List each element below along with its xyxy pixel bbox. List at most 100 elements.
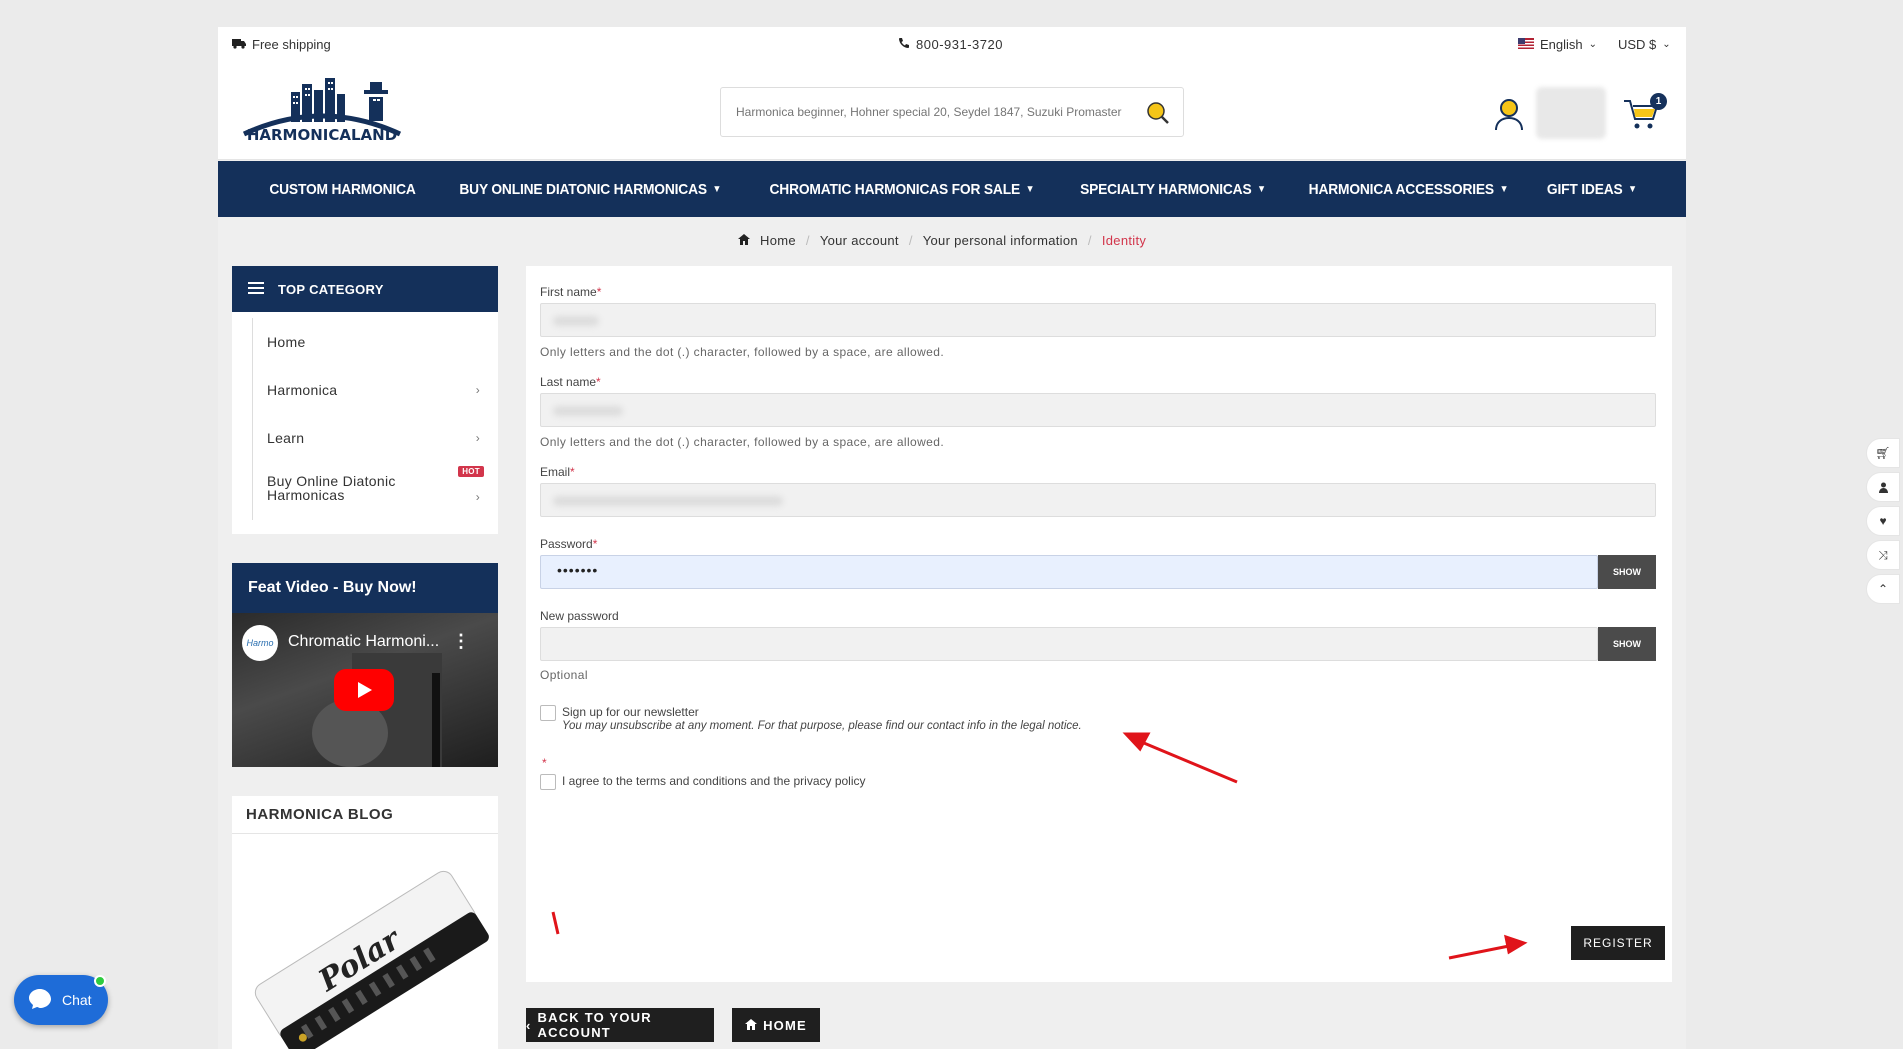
email-field[interactable] (540, 483, 1656, 517)
newsletter-checkbox[interactable] (540, 705, 556, 721)
first-name-field[interactable] (540, 303, 1656, 337)
nav-harmonica-accessories[interactable]: HARMONICA ACCESSORIES ▼ (1309, 181, 1509, 198)
play-icon[interactable] (334, 669, 394, 711)
newsletter-label[interactable]: Sign up for our newsletter (562, 705, 699, 719)
chevron-down-icon: ⌄ (1588, 39, 1598, 50)
channel-logo: Harmo (242, 625, 278, 661)
breadcrumb-separator: / (805, 233, 810, 248)
password-value: ••••••• (557, 562, 599, 578)
search-icon[interactable] (1145, 100, 1171, 126)
sidebar-item-label: Learn (267, 430, 305, 446)
home-button[interactable]: HOME (732, 1008, 820, 1042)
currency-text: USD $ (1618, 37, 1657, 52)
free-shipping: Free shipping (232, 37, 331, 52)
sidebar-item-learn[interactable]: Learn › (252, 414, 498, 462)
show-password-button[interactable]: SHOW (1598, 555, 1656, 589)
breadcrumb-separator: / (1087, 233, 1092, 248)
newsletter-note: You may unsubscribe at any moment. For t… (562, 720, 1082, 732)
cart-count-badge: 1 (1650, 93, 1667, 110)
us-flag-icon (1518, 37, 1534, 52)
hot-badge: HOT (458, 466, 484, 477)
chevron-right-icon: › (475, 431, 480, 445)
cart-tool-icon[interactable]: 🛒︎ (1866, 438, 1900, 468)
sidebar-item-harmonica[interactable]: Harmonica › (252, 366, 498, 414)
chevron-down-icon: ⌄ (1662, 39, 1671, 50)
chevron-down-icon: ▼ (1257, 183, 1267, 195)
sidebar-item-label: Buy Online Diatonic Harmonicas (267, 473, 396, 503)
top-category-panel: TOP CATEGORY Home Harmonica › Learn › Buy … (232, 266, 498, 534)
user-account-icon[interactable] (1493, 97, 1525, 131)
harmonica-blog-panel: HARMONICA BLOG Polar (232, 796, 498, 1049)
chevron-down-icon: ▼ (712, 183, 722, 195)
video-caption: Chromatic Harmoni... (288, 633, 440, 650)
header: Free shipping 800-931-3720 English ⌄ USD… (218, 27, 1686, 160)
back-button-label: BACK TO YOUR ACCOUNT (537, 1010, 652, 1040)
top-category-title: TOP CATEGORY (278, 281, 384, 297)
currency-selector[interactable]: USD $ ⌄ (1618, 37, 1671, 52)
account-tool-icon[interactable] (1866, 472, 1900, 502)
language-selector[interactable]: English ⌄ (1518, 37, 1597, 52)
sidebar-item-home[interactable]: Home (252, 318, 498, 366)
wishlist-heart-icon[interactable]: ♥ (1866, 506, 1900, 536)
chat-label: Chat (62, 992, 92, 1008)
blog-harmonica-image[interactable]: Polar (232, 834, 498, 1049)
show-new-password-button[interactable]: SHOW (1598, 627, 1656, 661)
search-input[interactable] (736, 105, 1136, 119)
breadcrumb-separator: / (908, 233, 913, 248)
nav-chromatic-harmonicas[interactable]: CHROMATIC HARMONICAS FOR SALE ▼ (770, 181, 1035, 198)
nav-label: CHROMATIC HARMONICAS FOR SALE (769, 180, 1021, 198)
back-to-account-button[interactable]: ‹ BACK TO YOUR ACCOUNT (526, 1008, 714, 1042)
terms-required-mark: * (542, 756, 547, 770)
chat-bubble-icon (28, 988, 52, 1013)
last-name-label: Last name* (540, 375, 601, 389)
chevron-left-icon: ‹ (526, 1017, 532, 1033)
language-text: English (1540, 37, 1583, 52)
breadcrumb-current: Identity (1101, 233, 1147, 248)
nav-label: SPECIALTY HARMONICAS (1080, 180, 1252, 198)
nav-custom-harmonica[interactable]: CUSTOM HARMONICA (269, 181, 415, 198)
nav-specialty-harmonicas[interactable]: SPECIALTY HARMONICAS ▼ (1080, 181, 1266, 198)
more-options-icon[interactable]: ⋮ (452, 631, 470, 652)
last-name-field[interactable] (540, 393, 1656, 427)
new-password-field[interactable] (540, 627, 1598, 661)
scroll-top-icon[interactable]: ⌃ (1866, 574, 1900, 604)
breadcrumb-account[interactable]: Your account (820, 233, 899, 248)
phone-number[interactable]: 800-931-3720 (898, 37, 1003, 52)
password-field[interactable]: ••••••• (540, 555, 1598, 589)
sidebar-item-buy-online[interactable]: Buy Online Diatonic Harmonicas HOT › (252, 462, 498, 520)
page-container: Free shipping 800-931-3720 English ⌄ USD… (218, 27, 1686, 1049)
nav-label: BUY ONLINE DIATONIC HARMONICAS (459, 180, 707, 198)
home-button-label: HOME (763, 1017, 807, 1033)
site-logo[interactable]: HARMONICALAND (236, 72, 408, 152)
chevron-right-icon: › (475, 490, 480, 504)
breadcrumb-home[interactable]: Home (760, 233, 796, 248)
logo-text: HARMONICALAND (247, 126, 397, 144)
free-shipping-text: Free shipping (252, 37, 331, 52)
youtube-video[interactable]: Harmo Chromatic Harmoni... ⋮ (232, 613, 498, 767)
first-name-help: Only letters and the dot (.) character, … (540, 345, 945, 359)
breadcrumb: Home / Your account / Your personal info… (738, 233, 1146, 248)
chevron-down-icon: ▼ (1628, 183, 1638, 195)
search-bar (720, 87, 1184, 137)
nav-gift-ideas[interactable]: GIFT IDEAS ▼ (1547, 181, 1637, 198)
blog-title: HARMONICA BLOG (232, 796, 498, 834)
truck-icon (232, 37, 246, 52)
nav-label: GIFT IDEAS (1547, 180, 1623, 198)
terms-checkbox[interactable] (540, 774, 556, 790)
compare-shuffle-icon[interactable]: ⤨ (1866, 540, 1900, 570)
account-name-blurred (1536, 87, 1606, 139)
main-nav: CUSTOM HARMONICA BUY ONLINE DIATONIC HAR… (218, 161, 1686, 217)
home-icon (738, 233, 750, 248)
first-name-label: First name* (540, 285, 602, 299)
register-button[interactable]: REGISTER (1571, 926, 1665, 960)
email-label: Email* (540, 465, 575, 479)
nav-label: CUSTOM HARMONICA (269, 180, 416, 198)
chevron-right-icon: › (475, 383, 480, 397)
video-panel-title: Feat Video - Buy Now! (248, 579, 417, 596)
online-status-dot (94, 975, 106, 987)
chat-widget-button[interactable]: Chat (14, 975, 108, 1025)
password-label: Password* (540, 537, 598, 551)
nav-diatonic-harmonicas[interactable]: BUY ONLINE DIATONIC HARMONICAS ▼ (459, 181, 721, 198)
breadcrumb-personal-info[interactable]: Your personal information (923, 233, 1078, 248)
terms-label[interactable]: I agree to the terms and conditions and … (562, 774, 866, 788)
